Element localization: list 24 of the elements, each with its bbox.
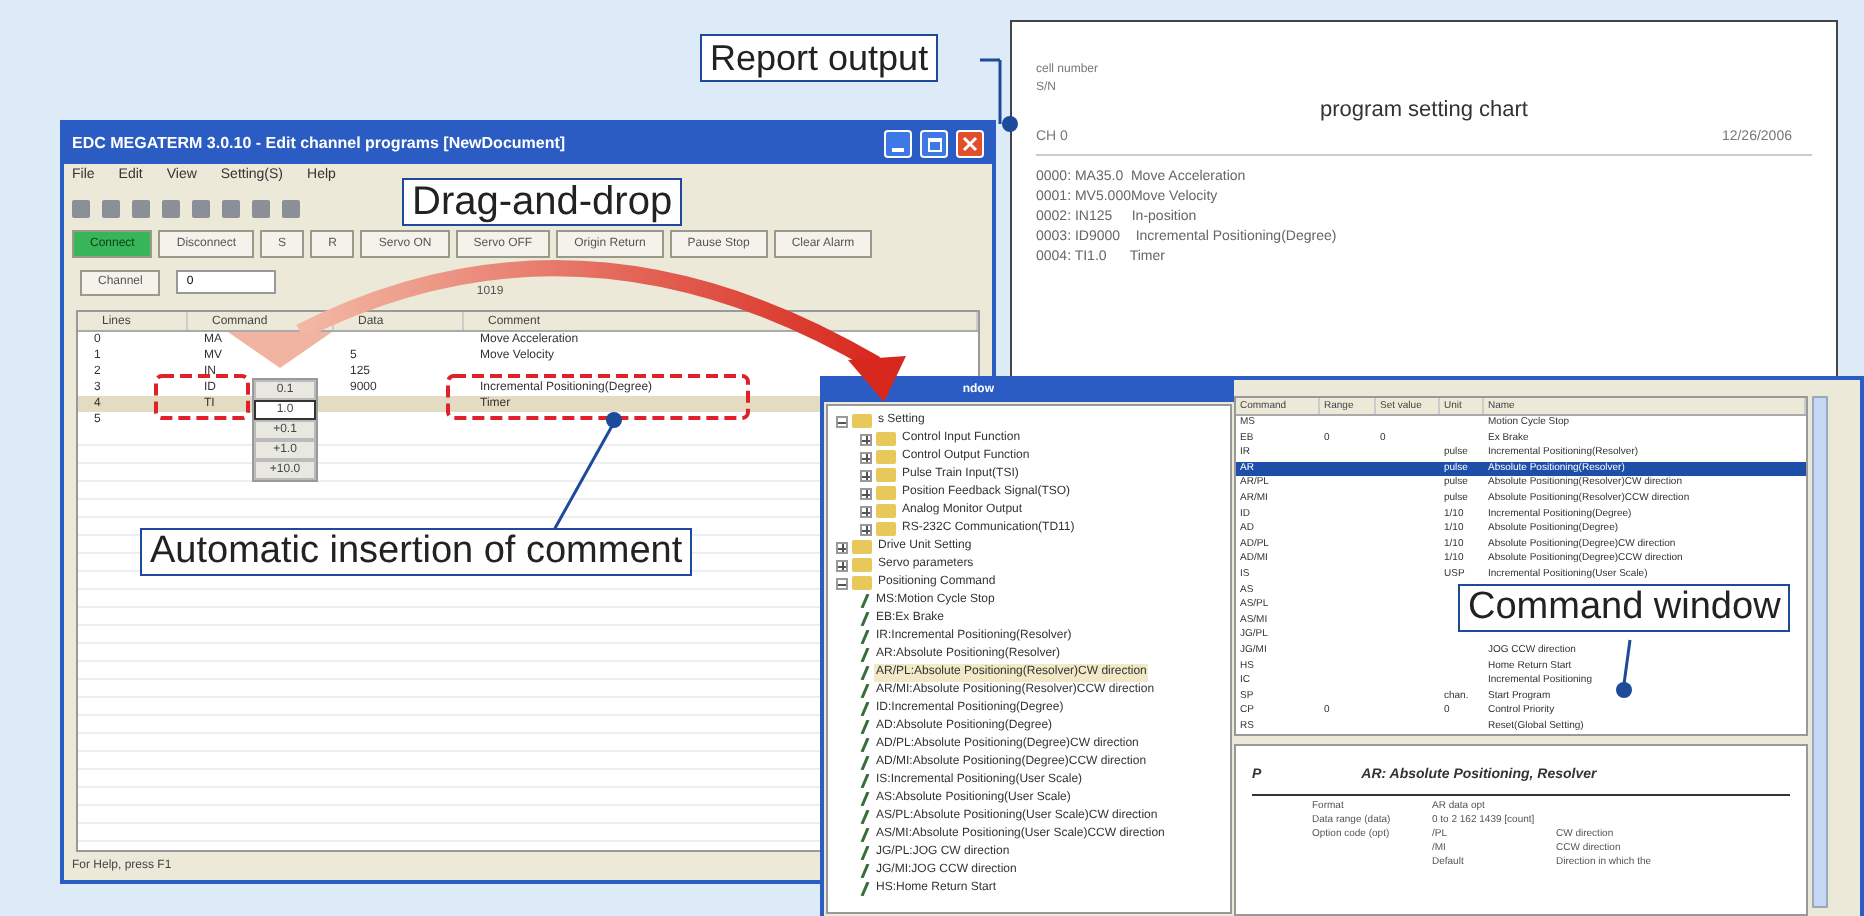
scrollbar[interactable]: [1812, 396, 1828, 908]
collapse-icon[interactable]: [836, 415, 848, 427]
expand-icon[interactable]: [836, 559, 848, 571]
expand-icon[interactable]: [860, 433, 872, 445]
callout-tooltip: Drag-and-drop: [402, 178, 683, 226]
callout-tooltip: Automatic insertion of comment: [140, 528, 693, 576]
expand-icon[interactable]: [860, 451, 872, 463]
collapse-icon[interactable]: [836, 577, 848, 589]
leader-line: [552, 412, 622, 531]
minimize-icon[interactable]: [884, 130, 912, 158]
expand-icon[interactable]: [860, 487, 872, 499]
expand-icon[interactable]: [836, 541, 848, 553]
close-icon[interactable]: [956, 130, 984, 158]
leader-line: [980, 58, 1018, 132]
highlight-frame: [154, 374, 250, 420]
maximize-icon[interactable]: [920, 130, 948, 158]
callout-tooltip: Command window: [1458, 584, 1791, 632]
report-title: program setting chart: [1318, 96, 1530, 126]
callout-tooltip: Report output: [700, 34, 939, 82]
window-title: EDC MEGATERM 3.0.10 - Edit channel programs [NewDocument]: [72, 132, 568, 156]
expand-icon[interactable]: [860, 523, 872, 535]
expand-icon[interactable]: [860, 505, 872, 517]
leader-line: [1616, 639, 1632, 698]
expand-icon[interactable]: [860, 469, 872, 481]
